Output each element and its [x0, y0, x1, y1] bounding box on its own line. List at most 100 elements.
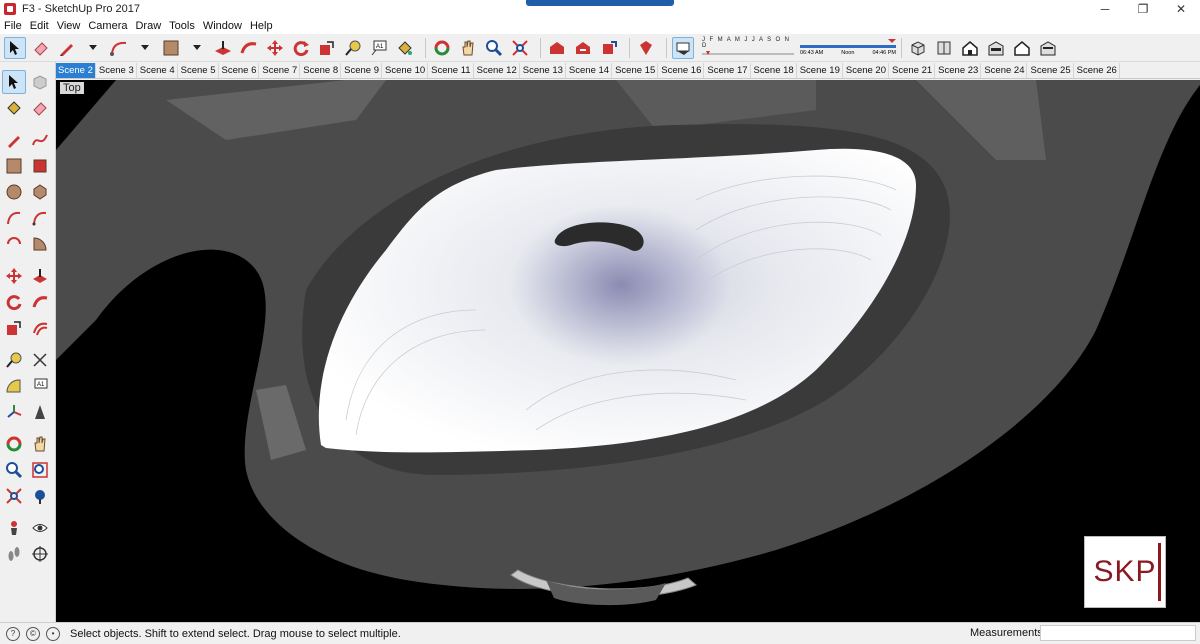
scale-tool-button[interactable]	[316, 37, 338, 59]
move-tool-button[interactable]	[2, 264, 26, 288]
previous-view-tool-button[interactable]	[28, 484, 52, 508]
paint-bucket-tool-button[interactable]	[2, 96, 26, 120]
warehouse-icon[interactable]	[546, 37, 568, 59]
look-around-tool-button[interactable]	[28, 516, 52, 540]
follow-me-tool-button[interactable]	[28, 290, 52, 314]
geo-location-icon[interactable]: ?	[6, 626, 20, 641]
front-view-icon[interactable]	[959, 37, 981, 59]
rotate-tool-button[interactable]	[2, 290, 26, 314]
menu-help[interactable]: Help	[250, 20, 273, 32]
text-tool-button[interactable]: A1	[368, 37, 390, 59]
scene-tab[interactable]: Scene 6	[220, 63, 260, 78]
section-plane-tool-button[interactable]	[28, 542, 52, 566]
share-component-icon[interactable]	[598, 37, 620, 59]
scene-tab[interactable]: Scene 5	[179, 63, 219, 78]
paint-bucket-tool-button[interactable]	[394, 37, 416, 59]
menu-window[interactable]: Window	[203, 20, 242, 32]
position-camera-tool-button[interactable]	[2, 516, 26, 540]
circle-tool-button[interactable]	[2, 180, 26, 204]
right-view-icon[interactable]	[985, 37, 1007, 59]
extension-warehouse-icon[interactable]	[635, 37, 657, 59]
line-tool-button[interactable]	[2, 128, 26, 152]
top-view-icon[interactable]	[933, 37, 955, 59]
model-viewport[interactable]: Top SKP	[56, 80, 1200, 622]
scene-tab[interactable]: Scene 15	[613, 63, 659, 78]
zoom-tool-button[interactable]	[483, 37, 505, 59]
arc-tool-button[interactable]	[2, 206, 26, 230]
shape-dropdown-icon[interactable]	[186, 37, 208, 59]
3d-text-tool-button[interactable]	[28, 400, 52, 424]
scene-tab[interactable]: Scene 13	[521, 63, 566, 78]
move-tool-button[interactable]	[264, 37, 286, 59]
offset-tool-button[interactable]	[28, 316, 52, 340]
menu-view[interactable]: View	[57, 20, 81, 32]
menu-file[interactable]: File	[4, 20, 22, 32]
rectangle-tool-button[interactable]	[2, 154, 26, 178]
scene-tab[interactable]: Scene 4	[138, 63, 178, 78]
rotate-tool-button[interactable]	[290, 37, 312, 59]
eraser-tool-button[interactable]	[28, 96, 52, 120]
menu-edit[interactable]: Edit	[30, 20, 49, 32]
scene-tab[interactable]: Scene 20	[844, 63, 890, 78]
pencil-tool-button[interactable]	[56, 37, 78, 59]
zoom-tool-button[interactable]	[2, 458, 26, 482]
two-point-arc-tool-button[interactable]	[28, 206, 52, 230]
follow-me-tool-button[interactable]	[238, 37, 260, 59]
menu-camera[interactable]: Camera	[88, 20, 127, 32]
menu-draw[interactable]: Draw	[135, 20, 161, 32]
make-component-tool-button[interactable]	[28, 70, 52, 94]
scene-tab[interactable]: Scene 19	[798, 63, 843, 78]
orbit-tool-button[interactable]	[431, 37, 453, 59]
three-point-arc-tool-button[interactable]	[2, 232, 26, 256]
push-pull-tool-button[interactable]	[28, 264, 52, 288]
minimize-button[interactable]: ─	[1086, 0, 1124, 18]
scene-tab[interactable]: Scene 24	[982, 63, 1028, 78]
scene-tab[interactable]: Scene 25	[1028, 63, 1074, 78]
text-tool-button[interactable]: A1	[28, 374, 52, 398]
back-view-icon[interactable]	[1011, 37, 1033, 59]
model-canvas[interactable]	[56, 80, 1200, 622]
pan-tool-button[interactable]	[457, 37, 479, 59]
zoom-extents-tool-button[interactable]	[2, 484, 26, 508]
scene-tab[interactable]: Scene 11	[429, 63, 474, 78]
walk-tool-button[interactable]	[2, 542, 26, 566]
scene-tab[interactable]: Scene 18	[752, 63, 797, 78]
left-view-icon[interactable]	[1037, 37, 1059, 59]
axes-tool-button[interactable]	[2, 400, 26, 424]
draw-dropdown-icon[interactable]	[82, 37, 104, 59]
zoom-extents-tool-button[interactable]	[509, 37, 531, 59]
zoom-window-tool-button[interactable]	[28, 458, 52, 482]
scene-tab[interactable]: Scene 7	[260, 63, 301, 78]
tape-measure-tool-button[interactable]	[2, 348, 26, 372]
menu-tools[interactable]: Tools	[169, 20, 195, 32]
close-button[interactable]: ✕	[1162, 0, 1200, 18]
shadow-time-slider[interactable]: 06:43 AM Noon 04:46 PM	[800, 39, 896, 56]
rotated-rectangle-tool-button[interactable]	[28, 154, 52, 178]
shadows-toggle-button[interactable]	[672, 36, 694, 59]
iso-view-icon[interactable]	[907, 37, 929, 59]
scene-tab[interactable]: Scene 9	[342, 63, 382, 78]
measurements-field[interactable]	[1040, 625, 1196, 641]
polygon-tool-button[interactable]	[28, 180, 52, 204]
pie-tool-button[interactable]	[28, 232, 52, 256]
pan-tool-button[interactable]	[28, 432, 52, 456]
select-tool-button[interactable]	[4, 36, 26, 59]
rectangle-tool-button[interactable]	[160, 37, 182, 59]
orbit-tool-button[interactable]	[2, 432, 26, 456]
user-account-icon[interactable]: •	[46, 626, 60, 641]
scene-tab[interactable]: Scene 26	[1075, 63, 1120, 78]
eraser-tool-button[interactable]	[30, 37, 52, 59]
scale-tool-button[interactable]	[2, 316, 26, 340]
tape-measure-tool-button[interactable]	[342, 37, 364, 59]
scene-tab[interactable]: Scene 14	[567, 63, 613, 78]
maximize-button[interactable]: ❐	[1124, 0, 1162, 18]
push-pull-tool-button[interactable]	[212, 37, 234, 59]
scene-tab[interactable]: Scene 10	[383, 63, 429, 78]
arc-tool-button[interactable]	[108, 37, 130, 59]
scene-tab[interactable]: Scene 21	[890, 63, 936, 78]
select-tool-button[interactable]	[2, 70, 26, 94]
scene-tab[interactable]: Scene 8	[301, 63, 342, 78]
scene-tab[interactable]: Scene 23	[936, 63, 982, 78]
shadow-month-slider[interactable]	[702, 49, 794, 58]
protractor-tool-button[interactable]	[2, 374, 26, 398]
